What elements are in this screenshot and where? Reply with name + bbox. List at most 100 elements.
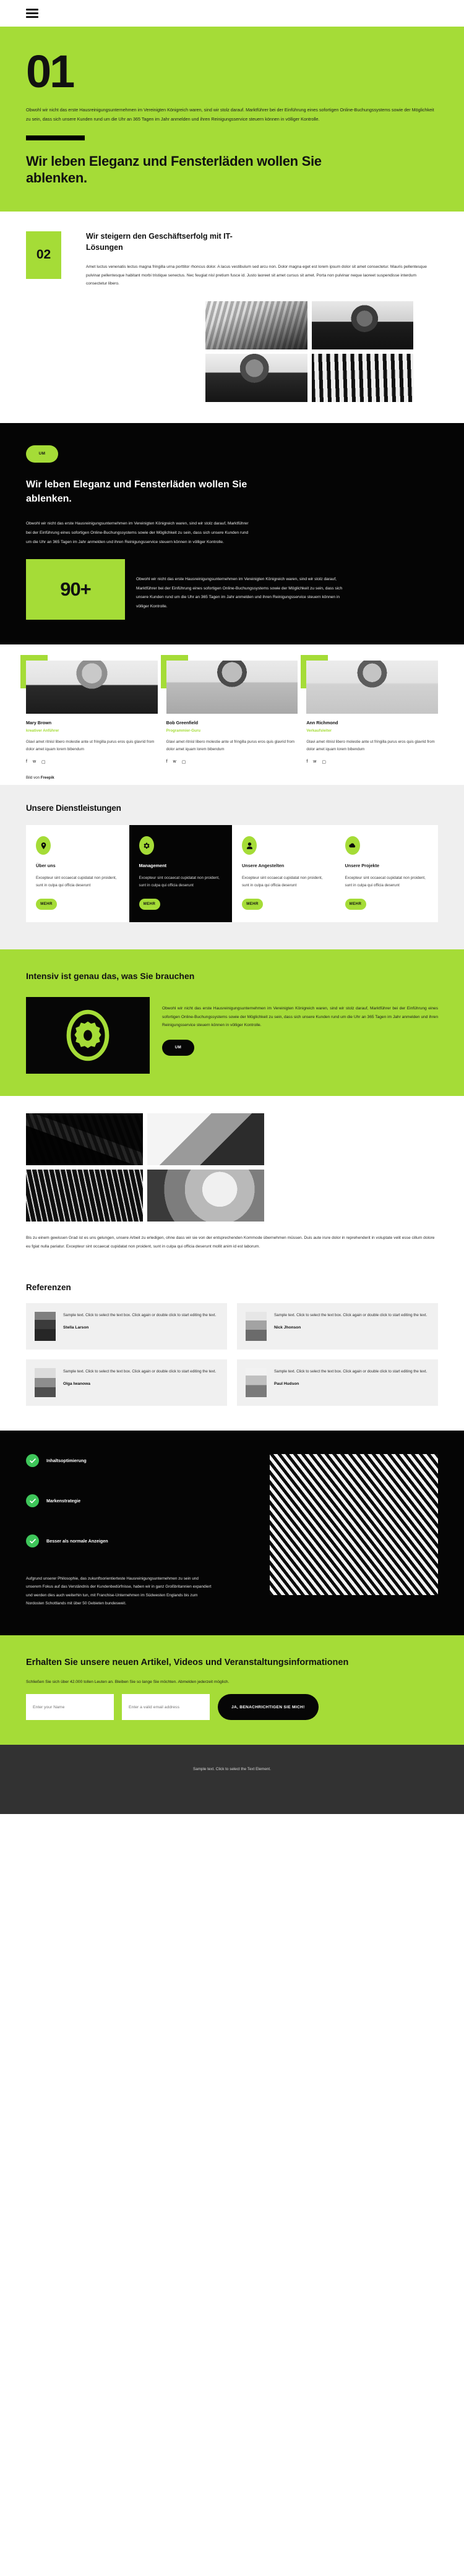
- service-card-projekte: Unsere Projekte Excepteur sint occaecat …: [335, 825, 438, 922]
- instagram-icon[interactable]: ▢: [41, 760, 46, 764]
- section-02-title: Wir steigern den Geschäftserfolg mit IT-…: [86, 231, 233, 252]
- architecture-grid: [26, 1113, 264, 1222]
- service-card-management: Management Excepteur sint occaecat cupid…: [129, 825, 232, 922]
- reference-card: Sample text. Click to select the text bo…: [237, 1359, 438, 1406]
- team-member-card: Ann Richmond Verkaufsleiter Glavi amet r…: [301, 655, 439, 764]
- service-title: Management: [139, 863, 167, 869]
- site-footer: Sample text. Click to select the Text El…: [0, 1745, 464, 1815]
- reference-card: Sample text. Click to select the text bo…: [26, 1359, 227, 1406]
- reference-card: Sample text. Click to select the text bo…: [237, 1303, 438, 1350]
- stat-row: 90+ Obwohl wir nicht das erste Hausreini…: [26, 559, 438, 620]
- twitter-icon[interactable]: w: [313, 760, 316, 764]
- reference-body: Sample text. Click to select the text bo…: [63, 1312, 216, 1341]
- intensiv-row: Obwohl wir nicht das erste Hausreinigung…: [26, 997, 438, 1074]
- checklist-left: Inhaltsoptimierung Markenstrategie Besse…: [26, 1454, 256, 1608]
- photo-spiral-staircase: [147, 1170, 264, 1222]
- team-member-name: Ann Richmond: [306, 720, 338, 726]
- image-credit-source[interactable]: Freepik: [41, 776, 54, 780]
- service-card-angestellten: Unsere Angestelten Excepteur sint occaec…: [232, 825, 335, 922]
- image-credit-prefix: Bild von: [26, 776, 41, 781]
- section-02: 02 Wir steigern den Geschäftserfolg mit …: [0, 211, 464, 304]
- check-icon: [26, 1534, 39, 1548]
- facebook-icon[interactable]: f: [166, 760, 168, 764]
- intensiv-heading: Intensiv ist genau das, was Sie brauchen: [26, 970, 195, 981]
- photo-building-facade: [26, 1113, 143, 1166]
- photo-olga-iwanowa: [35, 1368, 56, 1398]
- service-more-button[interactable]: MEHR: [345, 898, 366, 910]
- reference-name: Stella Larson: [63, 1325, 89, 1330]
- reference-text: Sample text. Click to select the text bo…: [274, 1313, 427, 1318]
- reference-body: Sample text. Click to select the text bo…: [63, 1368, 216, 1397]
- service-card-ueber-uns: Über uns Excepteur sint occaecat cupidat…: [26, 825, 129, 922]
- photo-nick-jhonson: [246, 1312, 267, 1341]
- cloud-icon: [345, 836, 360, 855]
- service-title: Unsere Angestelten: [242, 863, 285, 869]
- social-links: f w ▢: [26, 760, 158, 764]
- name-input[interactable]: [26, 1694, 114, 1721]
- references-section: Referenzen Sample text. Click to select …: [0, 1267, 464, 1431]
- reference-body: Sample text. Click to select the text bo…: [274, 1312, 427, 1341]
- page-root: 01 Obwohl wir nicht das erste Hausreinig…: [0, 0, 464, 1815]
- reference-text: Sample text. Click to select the text bo…: [63, 1369, 217, 1374]
- dark-intro-section: UM Wir leben Eleganz und Fensterläden wo…: [0, 422, 464, 645]
- team-member-bio: Glavi amet ritnisl libero molestie ante …: [26, 740, 155, 752]
- services-section: Unsere Dienstleistungen Über uns Excepte…: [0, 785, 464, 949]
- intensiv-um-button[interactable]: UM: [162, 1039, 194, 1056]
- team-member-role: kreativer Anführer: [26, 729, 59, 734]
- intensiv-section: Intensiv ist genau das, was Sie brauchen…: [0, 949, 464, 1097]
- section-02-badge: 02: [26, 231, 61, 279]
- hamburger-menu-icon[interactable]: [26, 7, 38, 20]
- photo-man-portrait: [311, 301, 413, 349]
- checklist-label: Inhaltsoptimierung: [46, 1458, 87, 1464]
- service-title: Unsere Projekte: [345, 863, 380, 869]
- social-links: f w ▢: [166, 760, 298, 764]
- newsletter-submit-button[interactable]: JA, BENACHRICHTIGEN SIE MICH!: [218, 1694, 319, 1721]
- facebook-icon[interactable]: f: [26, 760, 27, 764]
- avatar: [166, 661, 298, 714]
- newsletter-heading: Erhalten Sie unsere neuen Artikel, Video…: [26, 1657, 349, 1667]
- team-member-role: Verkaufsleiter: [306, 729, 332, 734]
- team-section: Mary Brown kreativer Anführer Glavi amet…: [0, 644, 464, 785]
- service-more-button[interactable]: MEHR: [36, 898, 57, 910]
- service-more-button[interactable]: MEHR: [139, 898, 160, 910]
- architecture-paragraph: Bis zu einem gewissen Grad ist es uns ge…: [26, 1236, 435, 1249]
- checklist-item: Besser als normale Anzeigen: [26, 1534, 256, 1548]
- service-text: Excepteur sint occaecat cupidatat non pr…: [345, 876, 426, 888]
- photo-interior-room: [205, 301, 307, 349]
- services-grid: Über uns Excepteur sint occaecat cupidat…: [26, 825, 438, 922]
- reference-body: Sample text. Click to select the text bo…: [274, 1368, 427, 1397]
- reference-card: Sample text. Click to select the text bo…: [26, 1303, 227, 1350]
- burger-line: [26, 12, 38, 14]
- services-heading: Unsere Dienstleistungen: [26, 803, 121, 813]
- checklist-paragraph: Aufgrund unserer Philosophie, das zukunf…: [26, 1577, 212, 1606]
- burger-line: [26, 9, 38, 11]
- section-02-body: Wir steigern den Geschäftserfolg mit IT-…: [86, 231, 438, 288]
- photo-man-patterned-wall: [270, 1454, 438, 1596]
- photo-paul-hudson: [246, 1368, 267, 1398]
- team-member-role: Programmier-Guru: [166, 729, 201, 734]
- reference-name: Nick Jhonson: [274, 1325, 301, 1330]
- hero-title: Wir leben Eleganz und Fensterläden wolle…: [26, 153, 322, 186]
- team-member-name: Bob Greenfield: [166, 720, 199, 726]
- gear-icon: [139, 836, 154, 855]
- team-member-bio: Glavi amet ritnisl libero molestie ante …: [166, 740, 295, 752]
- instagram-icon[interactable]: ▢: [322, 760, 326, 764]
- reference-text: Sample text. Click to select the text bo…: [63, 1313, 217, 1318]
- twitter-icon[interactable]: w: [173, 760, 176, 764]
- twitter-icon[interactable]: w: [33, 760, 36, 764]
- reference-name: Olga Iwanowa: [63, 1381, 90, 1386]
- hero-divider: [26, 135, 85, 140]
- email-input[interactable]: [122, 1694, 210, 1721]
- avatar: [26, 661, 158, 714]
- section-02-photo-grid: [179, 301, 439, 423]
- person-icon: [242, 836, 257, 855]
- instagram-icon[interactable]: ▢: [182, 760, 186, 764]
- gear-in-circle-icon: [26, 997, 150, 1074]
- service-more-button[interactable]: MEHR: [242, 898, 263, 910]
- facebook-icon[interactable]: f: [306, 760, 307, 764]
- photo-woman-portrait: [205, 353, 307, 402]
- dark-intro-paragraph: Obwohl wir nicht das erste Hausreinigung…: [26, 521, 249, 544]
- stat-paragraph: Obwohl wir nicht das erste Hausreinigung…: [136, 577, 343, 609]
- location-pin-icon: [36, 836, 51, 855]
- checklist-label: Markenstrategie: [46, 1498, 81, 1504]
